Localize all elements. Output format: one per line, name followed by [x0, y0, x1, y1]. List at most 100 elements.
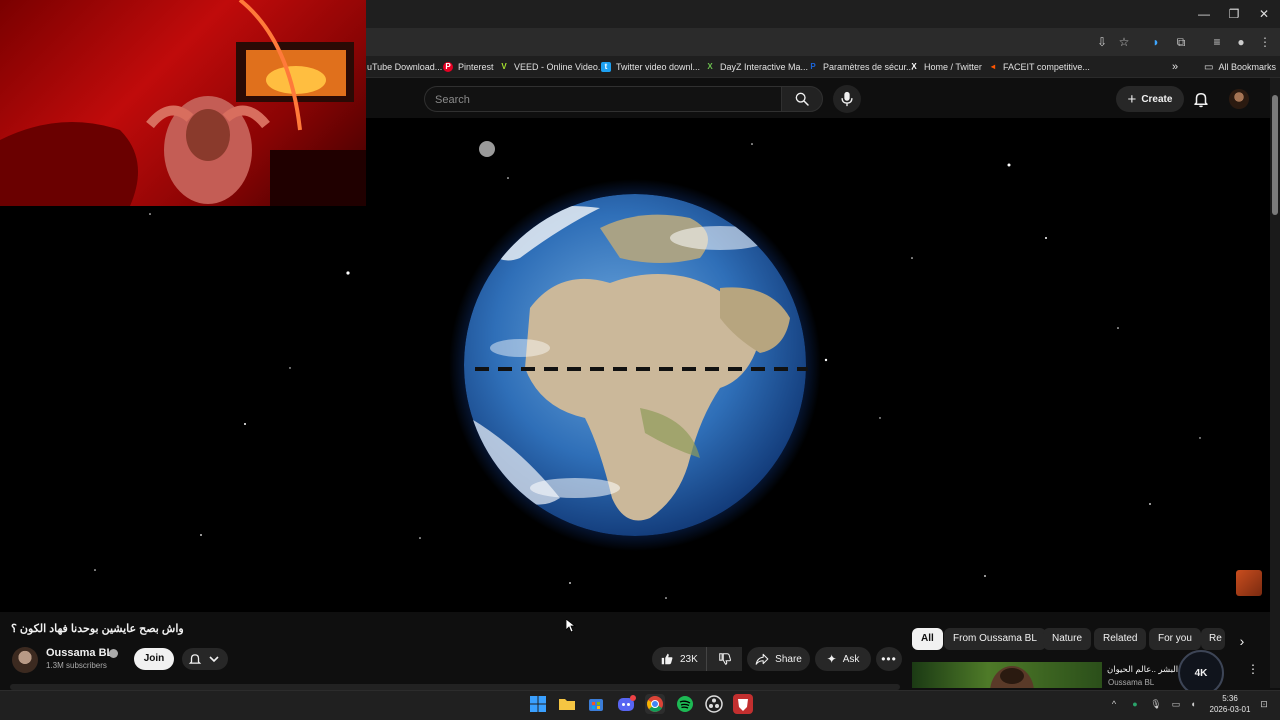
video-title: واش بصح عايشين بوحدنا فهاد الكون ؟ [11, 623, 184, 635]
create-button[interactable]: + Create [1116, 86, 1184, 112]
thumbnail-image [990, 666, 1034, 688]
profile-avatar-icon[interactable]: ● [1232, 33, 1250, 51]
bookmark-item[interactable]: X DayZ Interactive Ma... [705, 59, 808, 75]
chip-related[interactable]: Related [1094, 628, 1147, 650]
obs-icon[interactable] [704, 694, 724, 714]
paypal-icon: P [810, 62, 816, 71]
search-input[interactable] [435, 91, 765, 109]
search-box[interactable] [424, 86, 781, 112]
bookmark-label: DayZ Interactive Ma... [720, 62, 809, 72]
minimize-icon[interactable]: — [1189, 4, 1219, 24]
install-app-icon[interactable]: ⇩ [1093, 33, 1111, 51]
chrome-icon[interactable] [645, 694, 665, 714]
file-explorer-icon[interactable] [557, 694, 577, 714]
chevron-right-icon[interactable]: › [1232, 631, 1252, 651]
share-label: Share [775, 653, 802, 665]
chip-all[interactable]: All [912, 628, 943, 650]
bell-icon [188, 654, 202, 664]
chip-nature[interactable]: Nature [1043, 628, 1092, 650]
bookmark-item[interactable]: P Paramètres de sécur... [808, 59, 914, 75]
bookmark-item[interactable]: t Twitter video downl... [601, 59, 700, 75]
notification-center-icon[interactable]: ⊡ [1258, 698, 1270, 710]
chip-for-you[interactable]: For you [1149, 628, 1201, 650]
bookmark-item[interactable]: P Pinterest [443, 59, 494, 75]
earth-globe [464, 194, 806, 536]
discord-icon[interactable] [616, 694, 636, 714]
media-controls-icon[interactable]: ≡ [1208, 33, 1226, 51]
search-button[interactable] [781, 86, 823, 112]
moon [479, 141, 495, 157]
chip-from-channel[interactable]: From Oussama BL [944, 628, 1046, 650]
faceit-icon: ◂ [990, 62, 995, 71]
recommendation-channel[interactable]: Oussama BL [1108, 678, 1154, 687]
floating-avatar[interactable] [1236, 570, 1262, 596]
bookmark-label: FACEIT competitive... [1003, 62, 1090, 72]
brave-icon[interactable] [733, 694, 753, 714]
bookmark-label: Home / Twitter [924, 62, 982, 72]
plus-icon: + [1127, 90, 1137, 108]
chevron-down-icon [209, 656, 219, 663]
microsoft-store-icon[interactable] [586, 694, 606, 714]
voice-search-button[interactable] [833, 85, 861, 113]
veed-icon: V [501, 62, 507, 71]
create-label: Create [1141, 93, 1173, 105]
bookmark-label: Twitter video downl... [616, 62, 701, 72]
start-menu-icon[interactable] [528, 694, 548, 714]
tray-volume-icon[interactable]: ◖ [1187, 698, 1199, 710]
thumbs-up-icon [661, 653, 673, 665]
scrollbar-thumb[interactable] [1272, 95, 1278, 215]
recommendation-menu-icon[interactable]: ⋮ [1246, 662, 1260, 680]
taskbar-clock[interactable]: 5:36 2026-03-01 [1202, 693, 1258, 715]
bookmark-item[interactable]: X Home / Twitter [909, 59, 982, 75]
channel-name[interactable]: Oussama BL [46, 647, 113, 659]
more-actions-button[interactable]: ••• [876, 647, 902, 671]
close-icon[interactable]: ✕ [1249, 4, 1279, 24]
recommendation-thumbnail[interactable] [912, 662, 1102, 688]
x-icon: X [911, 62, 917, 71]
subscriber-count: 1.3M subscribers [46, 661, 107, 670]
bell-icon [1194, 93, 1208, 108]
chip-recent[interactable]: Re [1201, 628, 1225, 650]
clock-date: 2026-03-01 [1209, 705, 1251, 714]
mouse-cursor-icon [566, 619, 576, 633]
all-bookmarks-button[interactable]: ▭ All Bookmarks [1204, 59, 1276, 75]
extension-audio-icon[interactable]: ◗ [1147, 33, 1165, 51]
clock-time: 5:36 [1222, 694, 1238, 703]
folder-icon: ▭ [1204, 61, 1214, 73]
thumbs-down-icon [718, 653, 731, 665]
verified-badge-icon [109, 649, 118, 658]
badge-4k-label: 4K [1194, 668, 1208, 679]
bookmark-item[interactable]: V VEED - Online Video... [499, 59, 605, 75]
bookmark-item[interactable]: uTube Download... [367, 59, 442, 75]
all-bookmarks-label: All Bookmarks [1218, 62, 1276, 72]
bookmark-item[interactable]: ◂ FACEIT competitive... [988, 59, 1090, 75]
microphone-icon [841, 91, 853, 107]
pinterest-icon: P [443, 62, 453, 72]
tray-microphone-icon[interactable]: 🎙 [1150, 698, 1162, 710]
webcam-overlay [0, 0, 366, 206]
join-button[interactable]: Join [134, 648, 174, 670]
share-button[interactable]: Share [747, 647, 810, 671]
bookmark-label: VEED - Online Video... [514, 62, 606, 72]
ask-label: Ask [842, 653, 860, 665]
bookmark-label: Paramètres de sécur... [823, 62, 914, 72]
notification-preference-button[interactable] [182, 648, 228, 670]
channel-avatar[interactable] [12, 647, 38, 673]
bookmark-star-icon[interactable]: ☆ [1115, 33, 1133, 51]
browser-menu-icon[interactable]: ⋮ [1256, 33, 1274, 51]
dislike-button[interactable] [706, 647, 742, 671]
tray-network-icon[interactable]: ▭ [1170, 698, 1182, 710]
account-avatar[interactable] [1229, 89, 1249, 109]
ask-button[interactable]: ✦ Ask [815, 647, 871, 671]
tray-app-icon[interactable]: ● [1129, 698, 1141, 710]
tray-overflow-icon[interactable]: ^ [1108, 698, 1120, 710]
restore-icon[interactable]: ❐ [1219, 4, 1249, 24]
bookmarks-overflow-icon[interactable]: » [1172, 59, 1178, 75]
share-icon [755, 653, 769, 665]
search-icon [795, 92, 809, 106]
extensions-puzzle-icon[interactable]: ⧉ [1172, 33, 1190, 51]
notifications-button[interactable] [1190, 88, 1212, 110]
spotify-icon[interactable] [675, 694, 695, 714]
like-count: 23K [680, 653, 698, 665]
windows-taskbar [0, 690, 1280, 720]
